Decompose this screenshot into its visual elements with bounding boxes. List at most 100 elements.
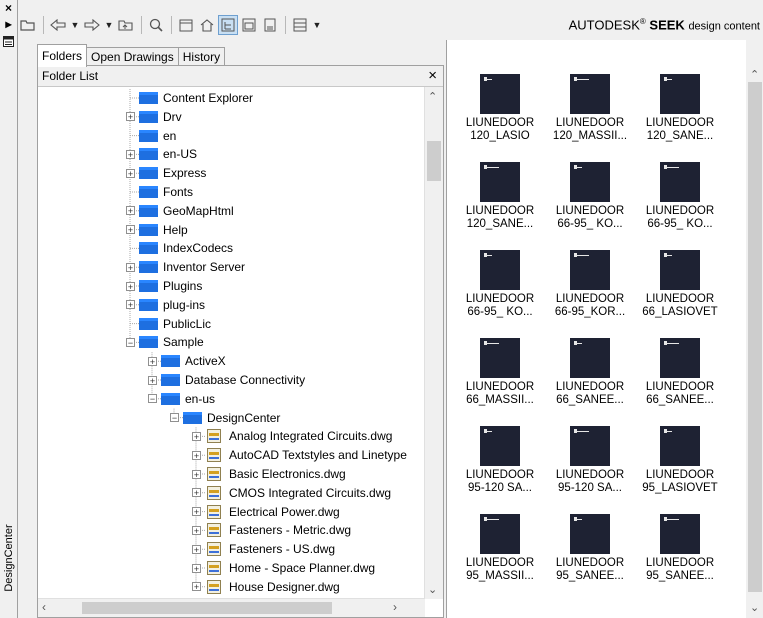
expand-icon[interactable]: + xyxy=(148,356,157,366)
content-item[interactable]: LIUNEDOOR 66_MASSII... xyxy=(455,338,545,407)
content-item[interactable]: LIUNEDOOR 66_SANEE... xyxy=(635,338,725,407)
tree-item-folder[interactable]: + ActiveX xyxy=(148,352,226,370)
tree-item-drawing[interactable]: + Fasteners - Metric.dwg xyxy=(192,521,351,539)
properties-icon[interactable] xyxy=(2,36,15,49)
tree-item-drawing[interactable]: + House Designer.dwg xyxy=(192,578,340,596)
tree-item-folder[interactable]: Content Explorer xyxy=(126,89,253,107)
expand-icon[interactable]: + xyxy=(192,469,201,479)
scroll-up-icon[interactable]: ⌃ xyxy=(428,90,437,103)
load-icon[interactable] xyxy=(18,15,38,35)
tree-item-folder[interactable]: − en-us xyxy=(148,390,215,408)
expand-icon[interactable]: + xyxy=(192,488,201,498)
description-icon[interactable] xyxy=(260,15,280,35)
tree-item-folder[interactable]: + en-US xyxy=(126,145,197,163)
scrollbar-thumb[interactable] xyxy=(82,602,332,614)
scroll-up-icon[interactable]: ⌃ xyxy=(750,68,759,81)
tab-history[interactable]: History xyxy=(177,47,226,67)
scroll-down-icon[interactable]: ⌄ xyxy=(750,601,759,614)
content-item[interactable]: LIUNEDOOR 120_LASIO xyxy=(455,74,545,143)
autohide-icon[interactable]: ▸ xyxy=(2,18,15,31)
tree-item-drawing[interactable]: + Basic Electronics.dwg xyxy=(192,465,346,483)
content-item[interactable]: LIUNEDOOR 66-95_ KO... xyxy=(455,250,545,319)
content-item[interactable]: LIUNEDOOR 120_MASSII... xyxy=(545,74,635,143)
expand-icon[interactable]: + xyxy=(126,281,135,291)
preview-icon[interactable] xyxy=(239,15,259,35)
tree-item-drawing[interactable]: + Home - Space Planner.dwg xyxy=(192,559,375,577)
tree-item-folder[interactable]: + Plugins xyxy=(126,277,202,295)
content-item[interactable]: LIUNEDOOR 66-95_ KO... xyxy=(635,162,725,231)
views-dropdown-icon[interactable]: ▼ xyxy=(311,15,323,35)
favorites-icon[interactable] xyxy=(176,15,196,35)
tree-item-drawing[interactable]: + CMOS Integrated Circuits.dwg xyxy=(192,484,391,502)
scroll-right-icon[interactable]: › xyxy=(393,600,397,614)
up-icon[interactable] xyxy=(116,15,136,35)
expand-icon[interactable]: + xyxy=(192,431,201,441)
forward-dropdown-icon[interactable]: ▼ xyxy=(103,15,115,35)
tree-item-folder[interactable]: PublicLic xyxy=(126,315,211,333)
expand-icon[interactable]: + xyxy=(192,563,201,573)
tree-item-folder[interactable]: en xyxy=(126,127,176,145)
content-item[interactable]: LIUNEDOOR 120_SANE... xyxy=(455,162,545,231)
tree-item-folder[interactable]: Fonts xyxy=(126,183,193,201)
expand-icon[interactable]: + xyxy=(126,168,135,178)
expand-icon[interactable]: + xyxy=(126,112,135,122)
tab-open-drawings[interactable]: Open Drawings xyxy=(86,47,179,67)
tree-item-drawing[interactable]: + Electrical Power.dwg xyxy=(192,503,340,521)
expand-icon[interactable]: + xyxy=(192,525,201,535)
content-item[interactable]: LIUNEDOOR 95_LASIOVET xyxy=(635,426,725,495)
scroll-left-icon[interactable]: ‹ xyxy=(42,600,46,614)
expand-icon[interactable]: + xyxy=(126,262,135,272)
expand-icon[interactable]: + xyxy=(192,582,201,592)
content-item[interactable]: LIUNEDOOR 66-95_ KO... xyxy=(545,162,635,231)
content-item[interactable]: LIUNEDOOR 95_SANEE... xyxy=(635,514,725,583)
content-item[interactable]: LIUNEDOOR 120_SANE... xyxy=(635,74,725,143)
folder-list-vertical-scrollbar[interactable]: ⌃ ⌄ xyxy=(424,87,443,599)
collapse-icon[interactable]: − xyxy=(148,394,157,404)
tree-view-toggle-icon[interactable] xyxy=(218,15,238,35)
expand-icon[interactable]: + xyxy=(126,149,135,159)
scrollbar-thumb[interactable] xyxy=(748,82,762,592)
expand-icon[interactable]: + xyxy=(192,450,201,460)
forward-icon[interactable] xyxy=(82,15,102,35)
collapse-icon[interactable]: − xyxy=(126,337,135,347)
back-icon[interactable] xyxy=(48,15,68,35)
tree-item-folder[interactable]: + Drv xyxy=(126,108,182,126)
content-item[interactable]: LIUNEDOOR 95_MASSII... xyxy=(455,514,545,583)
tree-item-folder[interactable]: − DesignCenter xyxy=(170,409,280,427)
expand-icon[interactable]: + xyxy=(126,225,135,235)
tree-item-folder[interactable]: + GeoMapHtml xyxy=(126,202,234,220)
home-icon[interactable] xyxy=(197,15,217,35)
close-icon[interactable]: × xyxy=(2,2,15,15)
tree-item-folder[interactable]: + Help xyxy=(126,221,188,239)
tree-item-folder[interactable]: + Database Connectivity xyxy=(148,371,305,389)
expand-icon[interactable]: + xyxy=(148,375,157,385)
tab-folders[interactable]: Folders xyxy=(37,44,88,67)
close-icon[interactable]: × xyxy=(428,67,437,84)
tree-item-folder[interactable]: + Express xyxy=(126,164,206,182)
content-item[interactable]: LIUNEDOOR 66-95_KOR... xyxy=(545,250,635,319)
back-dropdown-icon[interactable]: ▼ xyxy=(69,15,81,35)
scrollbar-thumb[interactable] xyxy=(427,141,441,181)
search-icon[interactable] xyxy=(146,15,166,35)
content-item[interactable]: LIUNEDOOR 66_LASIOVET xyxy=(635,250,725,319)
content-item[interactable]: LIUNEDOOR 66_SANEE... xyxy=(545,338,635,407)
tree-item-drawing[interactable]: + Fasteners - US.dwg xyxy=(192,540,335,558)
views-icon[interactable] xyxy=(290,15,310,35)
content-item[interactable]: LIUNEDOOR 95-120 SA... xyxy=(545,426,635,495)
tree-item-folder[interactable]: − Sample xyxy=(126,333,204,351)
expand-icon[interactable]: + xyxy=(126,206,135,216)
content-item[interactable]: LIUNEDOOR 95_SANEE... xyxy=(545,514,635,583)
tree-item-drawing[interactable]: + AutoCAD Textstyles and Linetype xyxy=(192,446,407,464)
tree-item-folder[interactable]: IndexCodecs xyxy=(126,239,233,257)
collapse-icon[interactable]: − xyxy=(170,413,179,423)
autodesk-seek-brand[interactable]: AUTODESK® SEEK design content xyxy=(569,17,760,32)
scroll-down-icon[interactable]: ⌄ xyxy=(428,583,437,596)
content-vertical-scrollbar[interactable]: ⌃ ⌄ xyxy=(746,40,763,618)
tree-item-folder[interactable]: + Inventor Server xyxy=(126,258,245,276)
tree-item-folder[interactable]: + plug-ins xyxy=(126,296,205,314)
content-item[interactable]: LIUNEDOOR 95-120 SA... xyxy=(455,426,545,495)
expand-icon[interactable]: + xyxy=(192,507,201,517)
expand-icon[interactable]: + xyxy=(126,300,135,310)
tree-item-drawing[interactable]: + Analog Integrated Circuits.dwg xyxy=(192,427,392,445)
folder-list-horizontal-scrollbar[interactable]: ‹ › xyxy=(38,598,425,617)
